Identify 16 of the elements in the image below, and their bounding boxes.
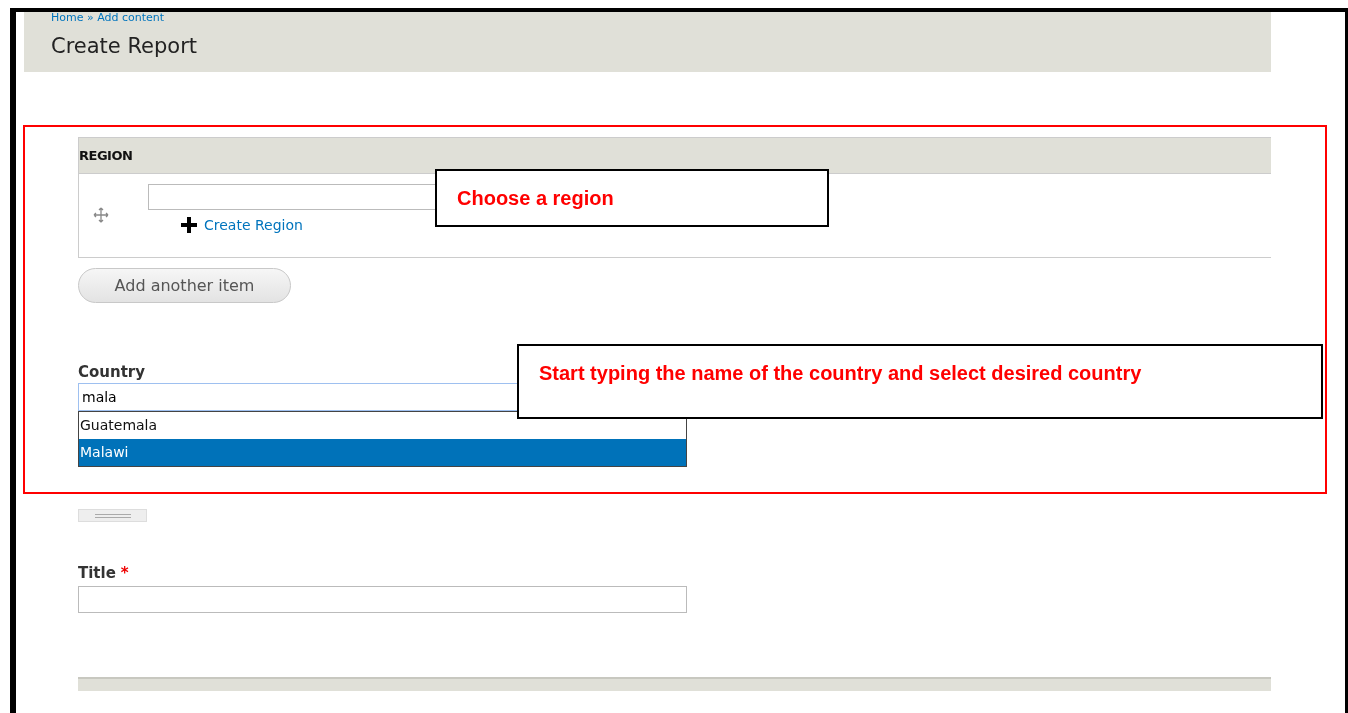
plus-icon bbox=[180, 216, 198, 234]
annotation-tooltip: Start typing the name of the country and select desired country bbox=[517, 344, 1323, 419]
country-label: Country bbox=[78, 363, 146, 381]
region-label: REGION bbox=[79, 148, 133, 163]
region-input[interactable] bbox=[148, 184, 438, 210]
title-label: Title bbox=[78, 564, 116, 582]
autocomplete-option[interactable]: Malawi bbox=[79, 439, 686, 466]
required-mark: * bbox=[120, 564, 129, 582]
resize-grip[interactable] bbox=[78, 509, 147, 522]
annotation-tooltip: Choose a region bbox=[435, 169, 829, 227]
breadcrumb[interactable]: Home » Add content bbox=[51, 12, 1271, 24]
page-title: Create Report bbox=[51, 33, 199, 59]
drag-handle-icon[interactable] bbox=[93, 207, 109, 223]
add-another-item-button[interactable]: Add another item bbox=[78, 268, 291, 303]
title-input[interactable] bbox=[78, 586, 687, 613]
create-region-link[interactable]: Create Region bbox=[180, 216, 438, 234]
